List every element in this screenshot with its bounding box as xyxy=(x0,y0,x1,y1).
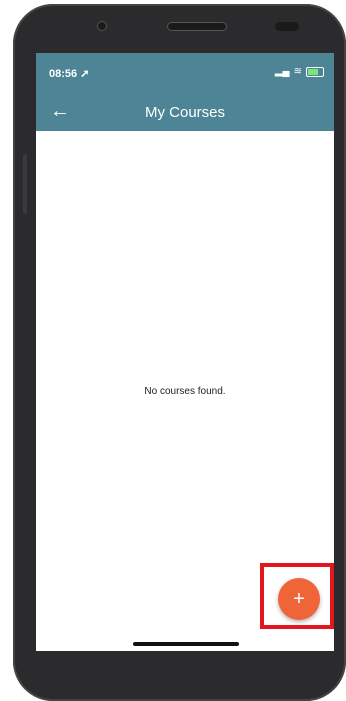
app-screen: 08:56 ➚ ▂▄ ≋ ← My Courses No courses fou… xyxy=(36,53,334,651)
page-title: My Courses xyxy=(144,104,226,121)
home-indicator[interactable] xyxy=(133,642,239,646)
status-time: 08:56 ➚ xyxy=(49,67,89,80)
app-bar: ← My Courses xyxy=(36,93,334,131)
signal-icon: ▂▄ xyxy=(274,66,290,77)
location-arrow-icon: ➚ xyxy=(80,68,90,80)
side-button xyxy=(23,154,27,214)
front-camera xyxy=(97,21,107,31)
empty-state-message: No courses found. xyxy=(144,386,226,397)
proximity-sensor xyxy=(275,22,299,31)
status-icons: ▂▄ ≋ xyxy=(275,66,324,77)
wifi-icon: ≋ xyxy=(293,66,302,77)
status-time-text: 08:56 xyxy=(49,68,78,80)
battery-charging-icon xyxy=(306,66,324,77)
earpiece-speaker xyxy=(167,22,227,31)
highlight-box xyxy=(260,563,334,629)
status-bar: 08:56 ➚ ▂▄ ≋ xyxy=(36,53,334,93)
